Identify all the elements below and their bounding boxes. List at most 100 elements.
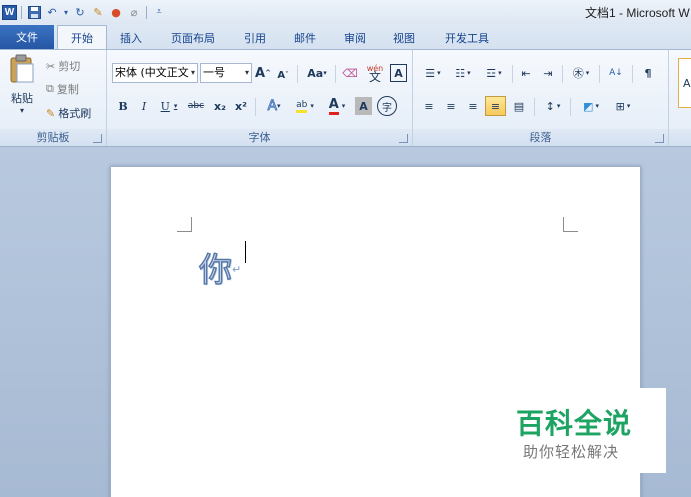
grow-font-button[interactable]: A ^ xyxy=(255,64,271,82)
justify-button[interactable]: ≡ xyxy=(485,96,506,116)
text-effects-button[interactable]: A ▾ xyxy=(261,96,287,116)
highlighter-icon: ab xyxy=(296,100,308,113)
paragraph-dialog-launcher-icon[interactable] xyxy=(655,134,664,143)
line-spacing-button[interactable]: ↕ ▾ xyxy=(540,97,566,115)
character-shading-icon: A xyxy=(359,99,368,113)
separator xyxy=(570,98,571,116)
superscript-button[interactable]: x² xyxy=(232,97,250,115)
clipboard-group: 粘贴 ▾ ✂ 剪切 ⧉ 复制 ✎ 格式刷 剪贴板 xyxy=(0,50,107,146)
tab-file[interactable]: 文件 xyxy=(0,25,54,49)
superscript-icon: x² xyxy=(235,99,247,113)
align-left-button[interactable]: ≡ xyxy=(420,97,438,115)
bullets-icon: ☰ xyxy=(425,66,436,80)
increase-indent-button[interactable]: ⇥ xyxy=(539,64,557,82)
borders-icon: ⊞ xyxy=(615,99,625,113)
watermark-subtitle: 助你轻松解决 xyxy=(523,443,620,461)
tab-developer[interactable]: 开发工具 xyxy=(436,26,498,49)
underline-button[interactable]: U ▾ xyxy=(157,97,181,115)
format-painter-qat-icon[interactable]: ✎ xyxy=(90,4,106,20)
align-right-icon: ≡ xyxy=(468,99,478,113)
subscript-button[interactable]: x₂ xyxy=(211,97,229,115)
font-dialog-launcher-icon[interactable] xyxy=(399,134,408,143)
format-painter-label: 格式刷 xyxy=(58,107,92,120)
italic-icon: I xyxy=(141,99,147,113)
clear-formatting-button[interactable]: ⌫ xyxy=(341,64,359,82)
distributed-icon: ▤ xyxy=(513,99,525,113)
tab-mailings[interactable]: 邮件 xyxy=(286,26,324,49)
save-icon[interactable] xyxy=(26,4,42,20)
pilcrow-icon: ¶ xyxy=(644,66,652,80)
subscript-icon: x₂ xyxy=(214,99,226,113)
margin-corner-mark xyxy=(177,217,192,232)
font-name-combo[interactable]: 宋体 (中文正文 ▾ xyxy=(112,63,198,83)
highlight-color-button[interactable]: ab ▾ xyxy=(291,96,319,116)
align-right-button[interactable]: ≡ xyxy=(464,97,482,115)
strikethrough-button[interactable]: abc xyxy=(185,97,207,115)
center-button[interactable]: ≡ xyxy=(442,97,460,115)
format-painter-button[interactable]: ✎ 格式刷 xyxy=(46,104,91,122)
tab-home[interactable]: 开始 xyxy=(57,25,107,50)
tab-review[interactable]: 审阅 xyxy=(336,26,374,49)
separator xyxy=(335,65,336,83)
clipboard-dialog-launcher-icon[interactable] xyxy=(93,134,102,143)
document-text[interactable]: 你 xyxy=(198,243,232,291)
cut-label: 剪切 xyxy=(58,60,81,73)
font-group-label: 字体 xyxy=(107,129,412,146)
font-size-combo[interactable]: 一号 ▾ xyxy=(200,63,252,83)
quick-access-toolbar: W ↶ ▾ ↻ ✎ ● ⌀ ⩡ xyxy=(0,4,167,20)
undo-menu-arrow-icon[interactable]: ▾ xyxy=(62,4,70,20)
paragraph-group: ☰ ▾ ☷ ▾ ☲ ▾ ⇤ ⇥ ㊍ ▾ A↓ ¶ ≡ ≡ ≡ ≡ ▤ ↕ ▾ ◩ ▾ ⊞ ▾ … xyxy=(413,50,669,146)
text-cursor xyxy=(245,241,246,263)
change-case-button[interactable]: Aa ▾ xyxy=(303,64,331,82)
character-shading-button[interactable]: A xyxy=(355,97,372,115)
bullets-button[interactable]: ☰ ▾ xyxy=(420,64,446,82)
undo-icon[interactable]: ↶ xyxy=(44,4,60,20)
character-border-icon: A xyxy=(394,66,403,80)
chinese-layout-icon: ㊍ xyxy=(572,67,584,80)
sort-button[interactable]: A↓ xyxy=(605,64,627,82)
font-name-value: 宋体 (中文正文 xyxy=(115,66,189,79)
italic-button[interactable]: I xyxy=(136,97,152,115)
phonetic-guide-button[interactable]: wén 文 xyxy=(364,63,386,84)
enclose-characters-button[interactable]: 字 xyxy=(377,96,397,116)
paragraph-group-label: 段落 xyxy=(413,129,668,146)
customize-qat-icon[interactable]: ⩡ xyxy=(151,4,167,20)
text-effects-icon: A xyxy=(267,98,278,115)
eraser-icon: ⌫ xyxy=(342,66,358,80)
shading-button[interactable]: ◩ ▾ xyxy=(577,97,605,115)
distributed-button[interactable]: ▤ xyxy=(510,97,528,115)
style-gallery-item[interactable]: A xyxy=(678,58,691,108)
copy-label: 复制 xyxy=(56,83,79,96)
align-left-icon: ≡ xyxy=(424,99,434,113)
font-group: 宋体 (中文正文 ▾ 一号 ▾ A ^ Aˇ Aa ▾ ⌫ wén 文 A B I U… xyxy=(107,50,413,146)
multilevel-list-button[interactable]: ☲ ▾ xyxy=(480,64,508,82)
grow-font-icon: A xyxy=(255,65,266,81)
decrease-indent-button[interactable]: ⇤ xyxy=(517,64,535,82)
clear-icon[interactable]: ⌀ xyxy=(126,4,142,20)
show-formatting-marks-button[interactable]: ¶ xyxy=(639,64,657,82)
tab-page-layout[interactable]: 页面布局 xyxy=(162,26,224,49)
chevron-down-icon: ▾ xyxy=(244,68,249,77)
character-border-button[interactable]: A xyxy=(390,64,407,82)
bold-icon: B xyxy=(118,99,128,113)
numbering-icon: ☷ xyxy=(455,66,466,80)
paragraph-mark: ↵ xyxy=(232,263,242,276)
paint-bucket-icon: ◩ xyxy=(583,99,594,113)
numbering-button[interactable]: ☷ ▾ xyxy=(450,64,476,82)
copy-button[interactable]: ⧉ 复制 xyxy=(46,80,79,98)
styles-group-label xyxy=(669,129,691,146)
shrink-font-button[interactable]: Aˇ xyxy=(275,66,291,84)
word-logo-icon[interactable]: W xyxy=(2,4,17,20)
borders-button[interactable]: ⊞ ▾ xyxy=(609,97,637,115)
color-icon[interactable]: ● xyxy=(108,4,124,20)
tab-insert[interactable]: 插入 xyxy=(112,26,150,49)
font-size-value: 一号 xyxy=(203,66,225,79)
chinese-layout-button[interactable]: ㊍ ▾ xyxy=(567,64,595,82)
tab-view[interactable]: 视图 xyxy=(385,26,423,49)
tab-references[interactable]: 引用 xyxy=(236,26,274,49)
redo-icon[interactable]: ↻ xyxy=(72,4,88,20)
cut-button[interactable]: ✂ 剪切 xyxy=(46,57,80,75)
paste-button[interactable]: 粘贴 ▾ xyxy=(4,54,40,122)
font-color-button[interactable]: A ▾ xyxy=(323,96,351,116)
bold-button[interactable]: B xyxy=(115,97,131,115)
